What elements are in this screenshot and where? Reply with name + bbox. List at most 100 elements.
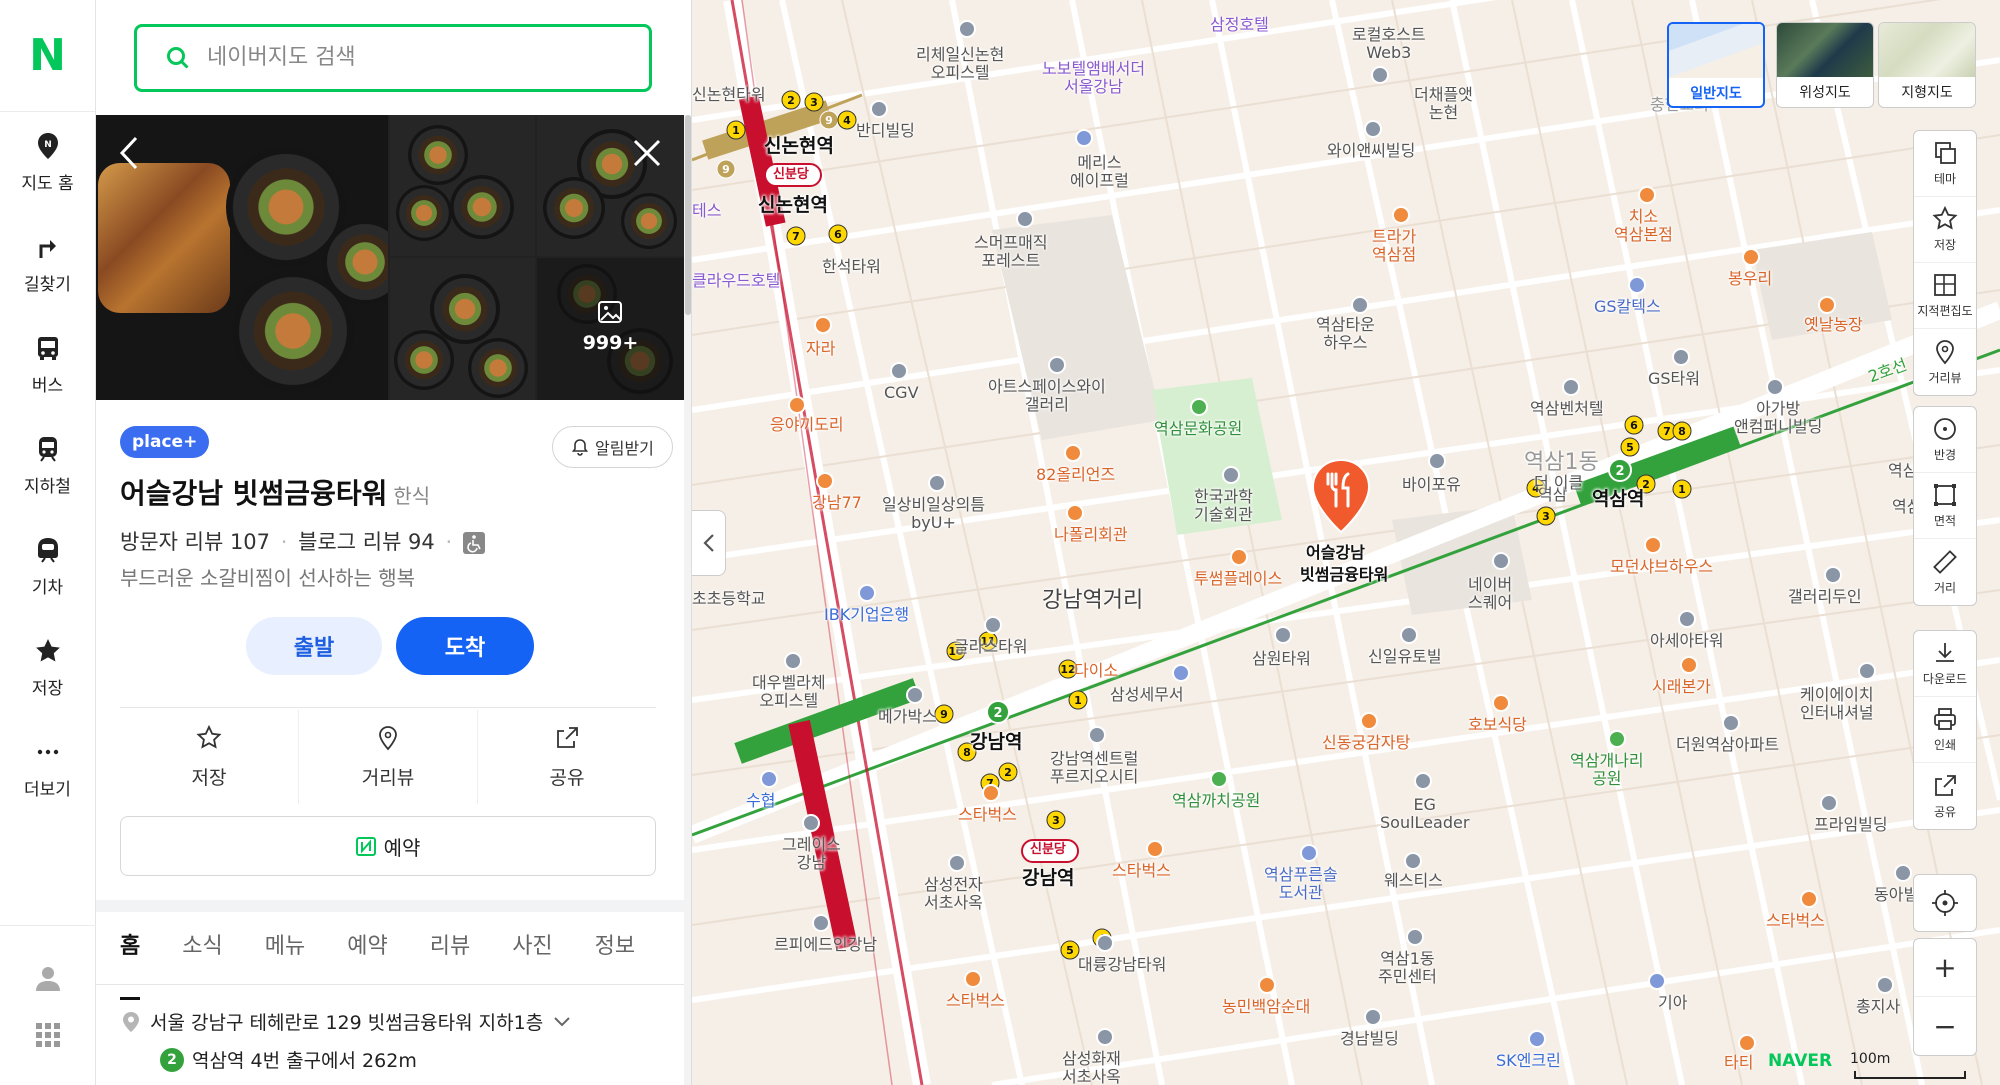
blog-reviews-link[interactable]: 블로그 리뷰 94 bbox=[298, 530, 435, 554]
apps-grid-icon[interactable] bbox=[34, 1021, 62, 1049]
poi-marker[interactable] bbox=[1406, 928, 1424, 946]
arrive-route-button[interactable]: 도착 bbox=[396, 617, 534, 675]
selected-place-pin-icon[interactable] bbox=[1310, 458, 1372, 534]
tool-distance[interactable]: 거리 bbox=[1914, 539, 1976, 605]
share-action[interactable]: 공유 bbox=[478, 710, 656, 804]
poi-marker[interactable] bbox=[1742, 248, 1760, 266]
save-action[interactable]: 저장 bbox=[120, 710, 299, 804]
poi-marker[interactable] bbox=[1400, 626, 1418, 644]
poi-marker[interactable] bbox=[906, 686, 924, 704]
tool-street-view[interactable]: 거리뷰 bbox=[1914, 329, 1976, 395]
photo-gallery[interactable]: 999+ bbox=[96, 115, 684, 400]
poi-marker[interactable] bbox=[814, 316, 832, 334]
tab-menu[interactable]: 메뉴 bbox=[265, 928, 305, 984]
poi-marker[interactable] bbox=[1738, 1034, 1756, 1052]
tool-area[interactable]: 면적 bbox=[1914, 473, 1976, 539]
poi-marker[interactable] bbox=[1818, 296, 1836, 314]
poi-marker[interactable] bbox=[1066, 504, 1084, 522]
poi-marker[interactable] bbox=[1648, 972, 1666, 990]
poi-marker[interactable] bbox=[1064, 444, 1082, 462]
poi-marker[interactable] bbox=[1644, 536, 1662, 554]
poi-marker[interactable] bbox=[858, 584, 876, 602]
tool-theme[interactable]: 테마 bbox=[1914, 131, 1976, 197]
poi-marker[interactable] bbox=[1392, 206, 1410, 224]
map-canvas[interactable]: 2 3 9 4 1 9 7 6 10 11 12 1 9 8 2 7 3 4 5… bbox=[692, 0, 2000, 1085]
poi-marker[interactable] bbox=[1766, 378, 1784, 396]
tab-news[interactable]: 소식 bbox=[182, 928, 222, 984]
gallery-prev-icon[interactable] bbox=[118, 135, 140, 180]
poi-marker[interactable] bbox=[802, 814, 820, 832]
poi-marker[interactable] bbox=[1364, 1008, 1382, 1026]
poi-marker[interactable] bbox=[1608, 730, 1626, 748]
poi-marker[interactable] bbox=[1016, 210, 1034, 228]
poi-marker[interactable] bbox=[1274, 626, 1292, 644]
poi-marker[interactable] bbox=[1360, 712, 1378, 730]
tab-reservation[interactable]: 예약 bbox=[347, 928, 387, 984]
poi-marker[interactable] bbox=[948, 854, 966, 872]
my-location-button[interactable] bbox=[1913, 874, 1977, 932]
poi-marker[interactable] bbox=[1492, 552, 1510, 570]
zoom-out-button[interactable]: − bbox=[1914, 997, 1976, 1055]
rail-item-more[interactable]: 더보기 bbox=[0, 718, 95, 819]
poi-marker[interactable] bbox=[984, 616, 1002, 634]
poi-marker[interactable] bbox=[1172, 664, 1190, 682]
tab-info[interactable]: 정보 bbox=[595, 928, 635, 984]
tool-share[interactable]: 공유 bbox=[1914, 763, 1976, 829]
poi-marker[interactable] bbox=[1858, 662, 1876, 680]
map-type-terrain[interactable]: 지형지도 bbox=[1878, 22, 1976, 108]
poi-marker[interactable] bbox=[1678, 610, 1696, 628]
poi-marker[interactable] bbox=[1364, 120, 1382, 138]
panel-scrollbar[interactable] bbox=[684, 115, 691, 1085]
poi-marker[interactable] bbox=[1230, 548, 1248, 566]
map-type-normal[interactable]: 일반지도 bbox=[1667, 22, 1765, 108]
poi-marker[interactable] bbox=[1404, 852, 1422, 870]
poi-marker[interactable] bbox=[964, 970, 982, 988]
poi-marker[interactable] bbox=[1210, 770, 1228, 788]
poi-marker[interactable] bbox=[1428, 452, 1446, 470]
poi-marker[interactable] bbox=[1528, 1030, 1546, 1048]
poi-marker[interactable] bbox=[1088, 726, 1106, 744]
scrollbar-thumb[interactable] bbox=[685, 115, 691, 315]
tab-home[interactable]: 홈 bbox=[120, 928, 141, 1000]
poi-marker[interactable] bbox=[1414, 772, 1432, 790]
poi-marker[interactable] bbox=[958, 20, 976, 38]
tab-review[interactable]: 리뷰 bbox=[430, 928, 470, 984]
rail-item-map-home[interactable]: N 지도 홈 bbox=[0, 112, 95, 213]
poi-marker[interactable] bbox=[1894, 864, 1912, 882]
tool-download[interactable]: 다운로드 bbox=[1914, 631, 1976, 697]
alert-button[interactable]: 알림받기 bbox=[552, 426, 673, 468]
close-icon[interactable] bbox=[632, 137, 662, 177]
poi-marker[interactable] bbox=[870, 100, 888, 118]
poi-marker[interactable] bbox=[1146, 840, 1164, 858]
street-view-action[interactable]: 거리뷰 bbox=[299, 710, 478, 804]
poi-marker[interactable] bbox=[1628, 276, 1646, 294]
search-box[interactable] bbox=[134, 23, 652, 92]
naver-logo[interactable]: N bbox=[0, 0, 95, 112]
poi-marker[interactable] bbox=[816, 472, 834, 490]
zoom-in-button[interactable]: + bbox=[1914, 939, 1976, 997]
panel-collapse-button[interactable] bbox=[692, 510, 726, 576]
gallery-photo-2[interactable] bbox=[390, 115, 535, 256]
poi-marker[interactable] bbox=[1680, 656, 1698, 674]
poi-marker[interactable] bbox=[1876, 976, 1894, 994]
poi-marker[interactable] bbox=[1190, 398, 1208, 416]
poi-marker[interactable] bbox=[1638, 186, 1656, 204]
map-type-satellite[interactable]: 위성지도 bbox=[1776, 22, 1874, 108]
tool-print[interactable]: 인쇄 bbox=[1914, 697, 1976, 763]
poi-marker[interactable] bbox=[812, 914, 830, 932]
rail-item-bus[interactable]: 버스 bbox=[0, 314, 95, 415]
poi-marker[interactable] bbox=[890, 362, 908, 380]
gallery-photo-more[interactable]: 999+ bbox=[537, 258, 684, 400]
tool-radius[interactable]: 반경 bbox=[1914, 407, 1976, 473]
poi-marker[interactable] bbox=[788, 396, 806, 414]
address-row[interactable]: 서울 강남구 테헤란로 129 빗썸금융타워 지하1층 bbox=[122, 1008, 571, 1035]
visitor-reviews-link[interactable]: 방문자 리뷰 107 bbox=[120, 530, 270, 554]
poi-marker[interactable] bbox=[928, 474, 946, 492]
rail-item-train[interactable]: 기차 bbox=[0, 516, 95, 617]
poi-marker[interactable] bbox=[1300, 844, 1318, 862]
rail-item-subway[interactable]: 지하철 bbox=[0, 415, 95, 516]
poi-marker[interactable] bbox=[1048, 356, 1066, 374]
poi-marker[interactable] bbox=[1351, 296, 1369, 314]
reserve-button[interactable]: 예약 bbox=[120, 816, 656, 876]
chevron-down-icon[interactable] bbox=[553, 1016, 571, 1028]
